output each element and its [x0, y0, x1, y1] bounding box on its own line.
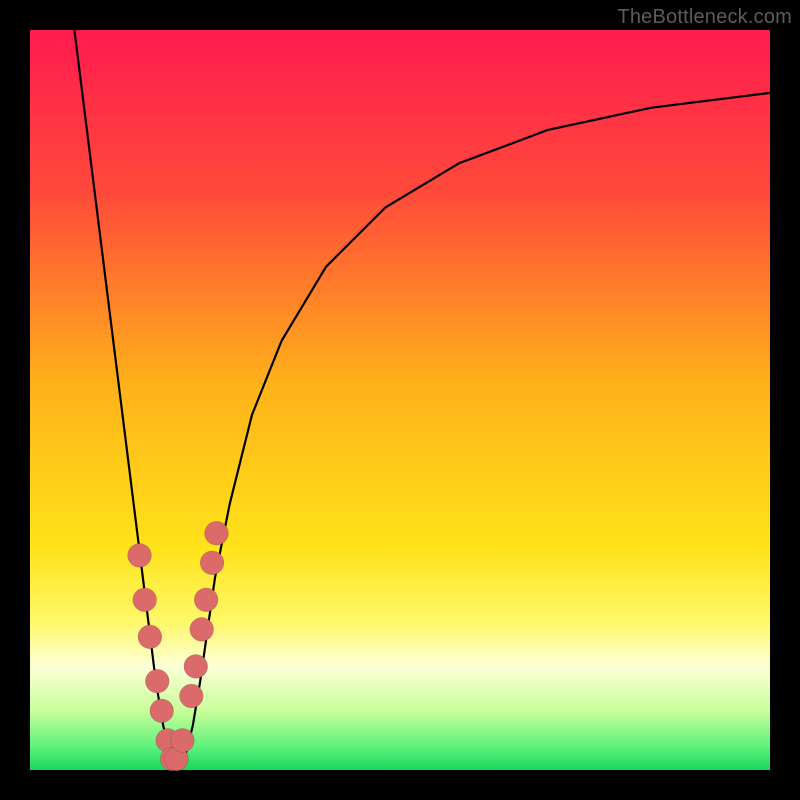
- watermark-text: TheBottleneck.com: [617, 6, 792, 29]
- bead-point: [194, 588, 218, 612]
- plot-area: [30, 30, 770, 770]
- bead-cluster: [128, 521, 229, 770]
- bead-point: [171, 729, 195, 753]
- chart-frame: TheBottleneck.com: [0, 0, 800, 800]
- bead-point: [205, 521, 229, 545]
- bead-point: [179, 684, 203, 708]
- bead-point: [184, 655, 208, 679]
- bead-point: [145, 669, 169, 693]
- bead-point: [200, 551, 224, 575]
- bead-point: [133, 588, 157, 612]
- bead-point: [150, 699, 174, 723]
- bead-point: [128, 544, 152, 568]
- bead-point: [138, 625, 162, 649]
- bottleneck-curve: [74, 30, 770, 766]
- curve-overlay: [30, 30, 770, 770]
- bead-point: [190, 618, 214, 642]
